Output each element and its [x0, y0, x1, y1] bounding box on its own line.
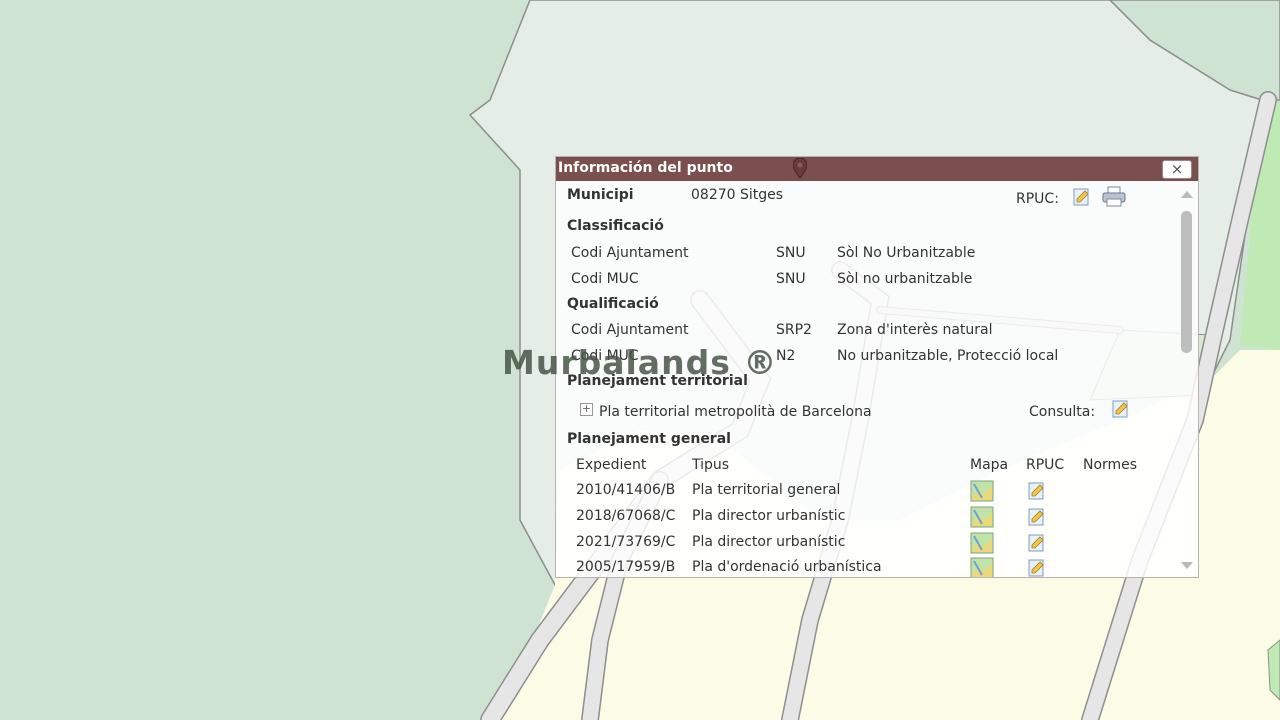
planejament-general-heading: Planejament general: [567, 431, 731, 447]
rpuc-document-icon[interactable]: [1072, 187, 1092, 207]
qualificacio-row-code: N2: [776, 348, 796, 364]
expedient-cell: 2018/67068/C: [576, 508, 676, 524]
table-row: 2005/17959/B Pla d'ordenació urbanística: [556, 557, 1176, 577]
table-row: 2010/41406/B Pla territorial general: [556, 480, 1176, 504]
qualificacio-row-desc: Zona d'interès natural: [837, 322, 993, 338]
expand-plus-icon[interactable]: +: [580, 403, 593, 416]
map-thumbnail-icon[interactable]: [970, 557, 994, 577]
classificacio-row-code: SNU: [776, 245, 806, 261]
qualificacio-row-desc: No urbanitzable, Protecció local: [837, 348, 1059, 364]
expedient-cell: 2021/73769/C: [576, 534, 676, 550]
rpuc-label: RPUC:: [1016, 191, 1059, 207]
classificacio-row-label: Codi MUC: [571, 271, 639, 287]
rpuc-document-icon[interactable]: [1027, 507, 1047, 527]
classificacio-row-label: Codi Ajuntament: [571, 245, 689, 261]
popup-header[interactable]: Información del punto ×: [556, 157, 1198, 181]
scroll-up-arrow-icon[interactable]: [1181, 191, 1193, 198]
map-thumbnail-icon[interactable]: [970, 532, 994, 554]
column-header-tipus: Tipus: [692, 457, 730, 473]
rpuc-document-icon[interactable]: [1027, 533, 1047, 553]
map-thumbnail-icon[interactable]: [970, 480, 994, 502]
table-row: 2018/67068/C Pla director urbanístic: [556, 506, 1176, 530]
planejament-territorial-item[interactable]: Pla territorial metropolità de Barcelona: [599, 404, 872, 420]
classificacio-heading: Classificació: [567, 218, 664, 234]
tipus-cell: Pla director urbanístic: [692, 534, 846, 550]
qualificacio-heading: Qualificació: [567, 296, 659, 312]
map-pin-icon: [793, 158, 807, 178]
column-header-normes: Normes: [1083, 457, 1138, 473]
expedient-cell: 2010/41406/B: [576, 482, 676, 498]
popup-title: Información del punto: [558, 160, 733, 176]
scroll-down-arrow-icon[interactable]: [1181, 562, 1193, 569]
tipus-cell: Pla d'ordenació urbanística: [692, 559, 882, 575]
popup-scrollbar[interactable]: [1176, 181, 1198, 577]
column-header-expedient: Expedient: [576, 457, 647, 473]
tipus-cell: Pla territorial general: [692, 482, 841, 498]
classificacio-row-code: SNU: [776, 271, 806, 287]
classificacio-row-desc: Sòl No Urbanitzable: [837, 245, 976, 261]
map-thumbnail-icon[interactable]: [970, 506, 994, 528]
table-row: 2021/73769/C Pla director urbanístic: [556, 532, 1176, 556]
rpuc-document-icon[interactable]: [1027, 481, 1047, 501]
classificacio-row-desc: Sòl no urbanitzable: [837, 271, 973, 287]
watermark: Murbalands ®: [502, 343, 778, 382]
scrollbar-thumb[interactable]: [1181, 211, 1192, 353]
column-header-mapa: Mapa: [970, 457, 1009, 473]
rpuc-document-icon[interactable]: [1027, 558, 1047, 577]
expedient-cell: 2005/17959/B: [576, 559, 676, 575]
consulta-label: Consulta:: [1029, 404, 1096, 420]
column-header-rpuc: RPUC: [1026, 457, 1065, 473]
close-button[interactable]: ×: [1162, 160, 1192, 179]
municipi-value: 08270 Sitges: [691, 187, 784, 203]
consulta-document-icon[interactable]: [1111, 399, 1131, 419]
qualificacio-row-code: SRP2: [776, 322, 812, 338]
municipi-label: Municipi: [567, 187, 634, 203]
qualificacio-row-label: Codi Ajuntament: [571, 322, 689, 338]
tipus-cell: Pla director urbanístic: [692, 508, 846, 524]
print-icon[interactable]: [1102, 186, 1126, 208]
